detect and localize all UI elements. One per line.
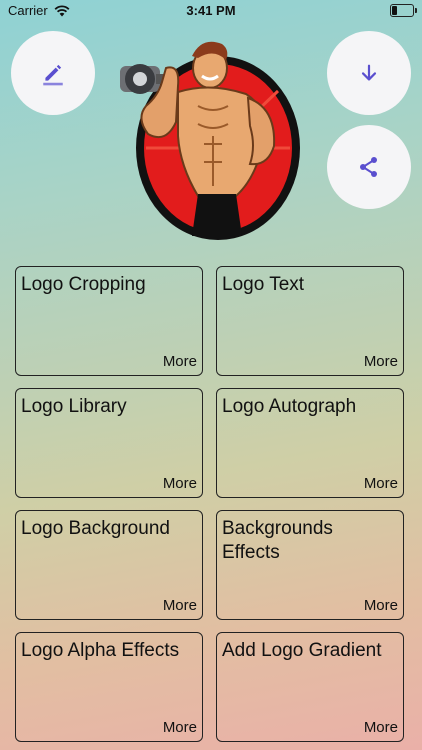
more-link[interactable]: More (163, 353, 197, 370)
more-link[interactable]: More (364, 475, 398, 492)
more-link[interactable]: More (163, 597, 197, 614)
card-title: Backgrounds Effects (222, 518, 333, 563)
battery-icon (390, 4, 417, 17)
status-time: 3:41 PM (186, 3, 236, 18)
download-button[interactable] (327, 31, 411, 115)
card-title: Add Logo Gradient (222, 640, 382, 661)
card-title: Logo Background (21, 518, 170, 539)
more-link[interactable]: More (163, 475, 197, 492)
card-logo-autograph[interactable]: Logo Autograph More (216, 388, 404, 498)
more-link[interactable]: More (364, 719, 398, 736)
logo-image[interactable] (118, 36, 304, 242)
card-logo-library[interactable]: Logo Library More (15, 388, 203, 498)
card-logo-cropping[interactable]: Logo Cropping More (15, 266, 203, 376)
card-logo-alpha-effects[interactable]: Logo Alpha Effects More (15, 632, 203, 742)
card-logo-text[interactable]: Logo Text More (216, 266, 404, 376)
status-bar: Carrier 3:41 PM (0, 0, 422, 22)
card-backgrounds-effects[interactable]: Backgrounds Effects More (216, 510, 404, 620)
edit-button[interactable] (11, 31, 95, 115)
share-icon (360, 157, 377, 177)
share-button[interactable] (327, 125, 411, 209)
bodybuilder-logo (120, 41, 300, 240)
card-title: Logo Autograph (222, 396, 357, 417)
more-link[interactable]: More (163, 719, 197, 736)
card-add-logo-gradient[interactable]: Add Logo Gradient More (216, 632, 404, 742)
card-title: Logo Cropping (21, 274, 146, 295)
arrow-down-icon (361, 64, 377, 81)
more-link[interactable]: More (364, 597, 398, 614)
card-logo-background[interactable]: Logo Background More (15, 510, 203, 620)
card-title: Logo Alpha Effects (21, 640, 180, 661)
card-title: Logo Library (21, 396, 127, 417)
card-title: Logo Text (222, 274, 305, 295)
pencil-icon (43, 64, 63, 86)
more-link[interactable]: More (364, 353, 398, 370)
